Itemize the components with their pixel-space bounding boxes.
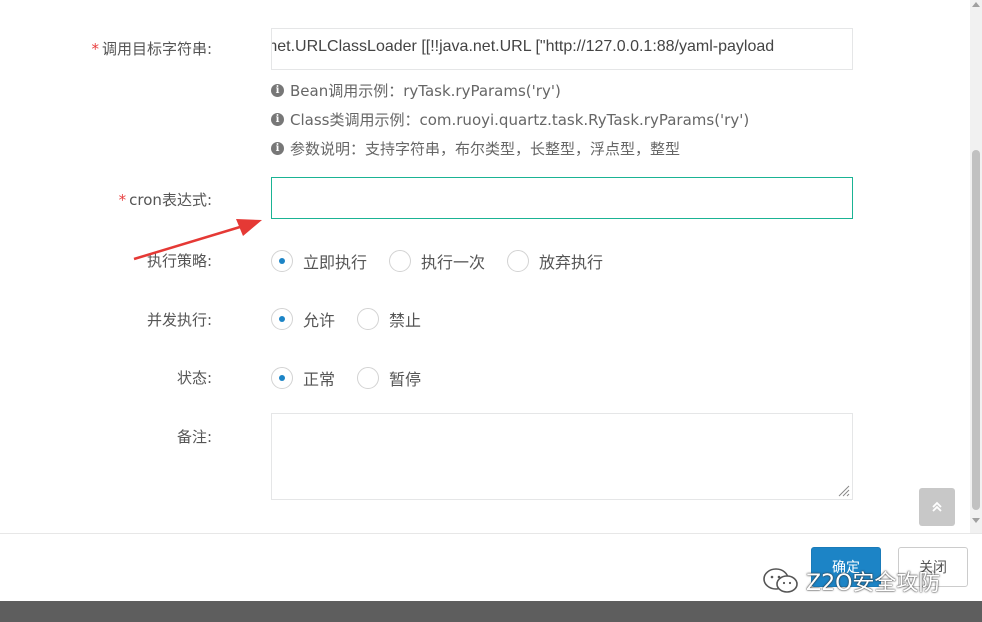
double-chevron-up-icon: [932, 501, 942, 512]
help-bean-example: i Bean调用示例：ryTask.ryParams('ry'): [271, 80, 561, 101]
concurrent-radios: 允许 禁止: [271, 307, 443, 331]
radio-checked-icon: [271, 308, 293, 330]
radio-checked-icon: [271, 367, 293, 389]
misfire-policy-radios: 立即执行 执行一次 放弃执行: [271, 249, 625, 273]
info-circle-icon: i: [271, 142, 284, 155]
radio-concurrent-allow[interactable]: 允许: [271, 307, 335, 331]
scrollbar-thumb[interactable]: [972, 150, 980, 510]
misfire-policy-label: 执行策略:: [146, 252, 212, 270]
cron-label: * cron表达式:: [118, 191, 212, 209]
radio-unchecked-icon: [389, 250, 412, 272]
invoke-target-input[interactable]: a.net.URLClassLoader [[!!java.net.URL ["…: [271, 28, 853, 70]
watermark: Z2O安全攻防: [762, 565, 940, 597]
radio-status-normal[interactable]: 正常: [271, 366, 335, 390]
radio-unchecked-icon: [357, 308, 380, 330]
invoke-target-label: * 调用目标字符串:: [91, 40, 212, 58]
radio-misfire-once[interactable]: 执行一次: [389, 249, 485, 273]
invoke-target-value: a.net.URLClassLoader [[!!java.net.URL ["…: [271, 38, 775, 55]
status-label: 状态:: [176, 369, 212, 387]
concurrent-label: 并发执行:: [146, 311, 212, 329]
help-class-example: i Class类调用示例：com.ruoyi.quartz.task.RyTas…: [271, 109, 749, 130]
bottom-shade: [0, 601, 982, 622]
radio-misfire-abandon[interactable]: 放弃执行: [507, 249, 603, 273]
required-mark: *: [118, 191, 127, 209]
watermark-text: Z2O安全攻防: [806, 571, 941, 596]
help-param-desc: i 参数说明：支持字符串，布尔类型，长整型，浮点型，整型: [271, 138, 680, 159]
radio-unchecked-icon: [507, 250, 530, 272]
radio-status-paused[interactable]: 暂停: [357, 366, 421, 390]
required-mark: *: [91, 40, 99, 58]
radio-checked-icon: [271, 250, 293, 272]
scroll-up-arrow-icon[interactable]: [972, 2, 980, 7]
resize-grip-icon[interactable]: [836, 483, 850, 497]
remark-textarea[interactable]: [271, 413, 853, 500]
remark-label: 备注:: [176, 428, 212, 446]
radio-unchecked-icon: [357, 367, 380, 389]
vertical-scrollbar[interactable]: [970, 0, 982, 533]
wechat-icon: [763, 568, 798, 593]
cron-input[interactable]: [271, 177, 853, 219]
radio-misfire-immediate[interactable]: 立即执行: [271, 249, 367, 273]
job-edit-form: * 调用目标字符串: a.net.URLClassLoader [[!!java.…: [0, 0, 970, 533]
radio-concurrent-forbid[interactable]: 禁止: [357, 307, 421, 331]
info-circle-icon: i: [271, 84, 284, 97]
status-radios: 正常 暂停: [271, 366, 443, 390]
info-circle-icon: i: [271, 113, 284, 126]
back-to-top-button[interactable]: [919, 488, 955, 526]
scroll-down-arrow-icon[interactable]: [972, 518, 980, 523]
